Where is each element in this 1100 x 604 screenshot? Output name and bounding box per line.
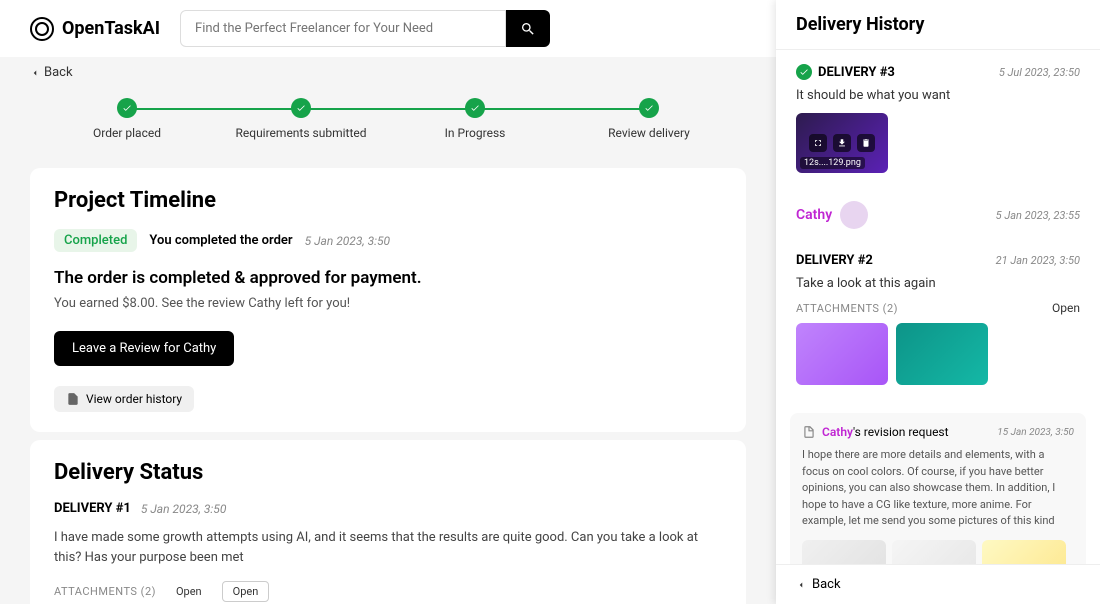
- logo-icon: [30, 17, 54, 41]
- step-requirements: Requirements submitted: [214, 98, 388, 140]
- view-order-history-button[interactable]: View order history: [54, 386, 194, 412]
- panel-back-label: Back: [812, 577, 841, 592]
- delivery-status-title: Delivery Status: [54, 460, 722, 485]
- check-icon: [122, 103, 132, 113]
- chevron-left-icon: [796, 580, 806, 590]
- user-row: Cathy 5 Jan 2023, 23:55: [776, 191, 1100, 239]
- revision-date: 15 Jan 2023, 3:50: [997, 427, 1074, 438]
- timeline-title: Project Timeline: [54, 188, 722, 213]
- delivery-3-label: DELIVERY #3: [818, 65, 895, 80]
- revision-body: I hope there are more details and elemen…: [802, 447, 1074, 530]
- document-icon: [66, 392, 80, 406]
- earned-message: You earned $8.00. See the review Cathy l…: [54, 296, 722, 311]
- delivery-2-body: Take a look at this again: [796, 276, 1080, 291]
- d2-open-button[interactable]: Open: [1052, 301, 1080, 315]
- leave-review-button[interactable]: Leave a Review for Cathy: [54, 331, 234, 366]
- brand-logo[interactable]: OpenTaskAI: [30, 17, 160, 41]
- step-review-delivery: Review delivery: [562, 98, 736, 140]
- user-name[interactable]: Cathy: [796, 207, 832, 223]
- check-icon: [470, 103, 480, 113]
- delivery-date: 5 Jan 2023, 3:50: [141, 502, 227, 516]
- delivery-history-panel: Delivery History DELIVERY #3 5 Jul 2023,…: [776, 0, 1100, 604]
- step-in-progress: In Progress: [388, 98, 562, 140]
- status-date: 5 Jan 2023, 3:50: [305, 234, 391, 248]
- back-label: Back: [44, 65, 73, 80]
- search-icon: [520, 21, 536, 37]
- delivery-number: DELIVERY #1: [54, 501, 131, 516]
- open-button[interactable]: Open: [222, 581, 270, 602]
- delivery-3-block: DELIVERY #3 5 Jul 2023, 23:50 It should …: [776, 50, 1100, 191]
- delivery-3-body: It should be what you want: [796, 88, 1080, 103]
- expand-icon[interactable]: [809, 134, 827, 152]
- search-input[interactable]: [180, 10, 506, 47]
- attachments-label: ATTACHMENTS (2): [54, 585, 156, 598]
- check-icon: [644, 103, 654, 113]
- back-link[interactable]: Back: [0, 57, 776, 88]
- delivery-2-block: DELIVERY #2 21 Jan 2023, 3:50 Take a loo…: [776, 239, 1100, 403]
- completion-headline: The order is completed & approved for pa…: [54, 268, 722, 288]
- step-order-placed: Order placed: [40, 98, 214, 140]
- search-button[interactable]: [506, 10, 550, 47]
- delivery-status-card: Delivery Status DELIVERY #1 5 Jan 2023, …: [30, 440, 746, 604]
- delivery-body: I have made some growth attempts using A…: [54, 528, 722, 567]
- delivery-2-label: DELIVERY #2: [796, 253, 873, 268]
- project-timeline-card: Project Timeline Completed You completed…: [30, 168, 746, 432]
- delivery-3-attachment[interactable]: 12s....129.png: [796, 113, 888, 173]
- panel-back-button[interactable]: Back: [776, 564, 1100, 604]
- panel-title: Delivery History: [776, 0, 1100, 50]
- note-icon: [802, 425, 816, 439]
- status-text: You completed the order: [149, 233, 292, 248]
- user-date: 5 Jan 2023, 23:55: [996, 209, 1080, 222]
- d2-attachment-2[interactable]: [896, 323, 988, 385]
- delete-icon[interactable]: [857, 134, 875, 152]
- check-icon: [296, 103, 306, 113]
- d2-attachment-1[interactable]: [796, 323, 888, 385]
- avatar[interactable]: [840, 201, 868, 229]
- d2-attachments-label: ATTACHMENTS (2): [796, 302, 898, 315]
- revision-user[interactable]: Cathy: [822, 425, 853, 439]
- download-icon[interactable]: [833, 134, 851, 152]
- open-tag[interactable]: Open: [166, 582, 212, 601]
- thumb-filename: 12s....129.png: [800, 157, 865, 169]
- chevron-left-icon: [30, 68, 40, 78]
- revision-suffix: 's revision request: [853, 425, 949, 439]
- status-badge: Completed: [54, 229, 137, 252]
- progress-steps: Order placed Requirements submitted In P…: [0, 88, 776, 160]
- delivery-3-date: 5 Jul 2023, 23:50: [999, 66, 1080, 79]
- brand-name: OpenTaskAI: [62, 18, 160, 39]
- app-header: OpenTaskAI: [0, 0, 776, 57]
- delivery-2-date: 21 Jan 2023, 3:50: [996, 254, 1080, 267]
- check-badge-icon: [796, 64, 812, 80]
